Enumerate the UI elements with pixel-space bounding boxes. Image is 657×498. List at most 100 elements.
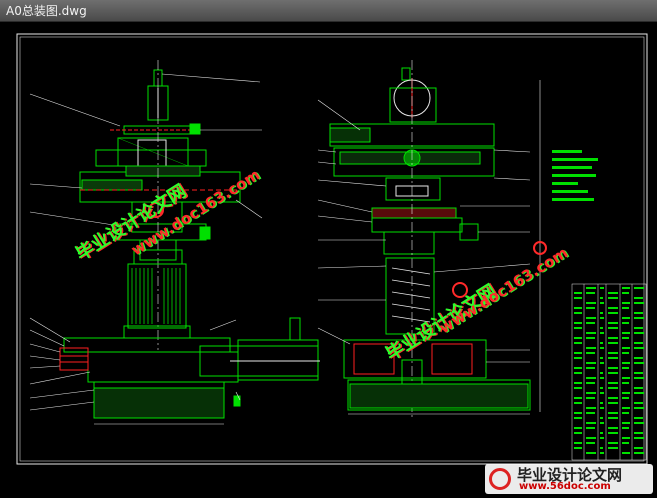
parts-list-cell <box>634 362 644 364</box>
parts-list-cell <box>600 417 603 419</box>
parts-list-cell <box>622 437 630 439</box>
parts-list-cell <box>608 432 618 434</box>
parts-list-cell <box>586 307 595 309</box>
parts-list-cell <box>634 432 643 434</box>
parts-list-cell <box>574 292 582 294</box>
parts-list-cell <box>634 392 644 394</box>
parts-list-cell <box>586 352 595 354</box>
parts-list-cell <box>600 392 604 394</box>
drawing-canvas[interactable]: 毕业设计论文网 www.doc163.com 毕业设计论文网 www.doc16… <box>0 22 657 498</box>
parts-list-cell <box>586 287 596 289</box>
parts-list-cell <box>622 287 630 289</box>
window-title: A0总装图.dwg <box>6 4 87 18</box>
parts-list-cell <box>622 317 630 319</box>
parts-list-cell <box>622 427 629 429</box>
parts-list-cell <box>600 387 603 389</box>
parts-list-cell <box>574 307 582 309</box>
parts-list-cell <box>608 312 618 314</box>
parts-list-cell <box>622 367 629 369</box>
parts-list-cell <box>574 447 582 449</box>
parts-list-cell <box>634 437 644 439</box>
parts-list-cell <box>622 292 629 294</box>
parts-list-cell <box>600 362 604 364</box>
parts-list-cell <box>600 437 604 439</box>
parts-list-cell <box>622 332 630 334</box>
parts-list-cell <box>622 362 630 364</box>
parts-list-cell <box>622 452 630 454</box>
parts-list-cell <box>586 397 595 399</box>
parts-list-cell <box>634 317 644 319</box>
parts-list-cell <box>574 337 582 339</box>
parts-list-cell <box>586 407 596 409</box>
parts-list-cell <box>622 352 629 354</box>
parts-list-cell <box>634 357 643 359</box>
parts-list-cell <box>600 297 603 299</box>
parts-list-cell <box>574 382 582 384</box>
parts-list-cell <box>600 422 604 424</box>
parts-list-rows <box>574 287 644 454</box>
parts-list-cell <box>574 327 582 329</box>
parts-list-cell <box>634 402 643 404</box>
parts-list-cell <box>608 327 618 329</box>
parts-list-cell <box>622 412 629 414</box>
parts-list-cell <box>634 347 644 349</box>
parts-list-cell <box>608 357 618 359</box>
parts-list-cell <box>634 452 644 454</box>
parts-list-cell <box>622 392 630 394</box>
parts-list-cell <box>600 407 604 409</box>
parts-list-cell <box>600 342 603 344</box>
parts-list-cell <box>574 297 582 299</box>
parts-list-cell <box>622 302 630 304</box>
parts-list-cell <box>574 357 582 359</box>
parts-list-cell <box>622 307 629 309</box>
parts-list-cell <box>634 377 644 379</box>
parts-list-cell <box>586 377 596 379</box>
parts-list-cell <box>622 382 629 384</box>
parts-list-cell <box>574 387 582 389</box>
parts-list-cell <box>600 452 604 454</box>
footer-watermark-url: www.56doc.com <box>519 481 611 492</box>
parts-list-cell <box>608 382 618 384</box>
parts-list-cell <box>574 352 582 354</box>
parts-list-cell <box>586 412 595 414</box>
parts-list-cell <box>586 367 595 369</box>
parts-list-cell <box>586 422 596 424</box>
parts-list-cell <box>608 372 618 374</box>
parts-list-cell <box>608 307 618 309</box>
parts-list-cell <box>622 397 629 399</box>
parts-list-cell <box>586 302 596 304</box>
parts-list-cell <box>634 387 643 389</box>
parts-list-cell <box>600 377 604 379</box>
technical-notes <box>552 150 598 201</box>
parts-list-cell <box>608 397 618 399</box>
parts-list-cell <box>634 312 643 314</box>
parts-list-cell <box>586 442 595 444</box>
parts-list-cell <box>608 297 618 299</box>
parts-list-cell <box>574 397 582 399</box>
parts-list-cell <box>600 402 603 404</box>
parts-list-cell <box>608 342 618 344</box>
parts-list-cell <box>574 442 582 444</box>
parts-list-cell <box>574 427 582 429</box>
parts-list-cell <box>622 337 629 339</box>
parts-list-cell <box>574 322 582 324</box>
parts-list-cell <box>600 447 603 449</box>
parts-list-cell <box>608 322 618 324</box>
parts-list-cell <box>600 327 603 329</box>
parts-list-cell <box>600 317 604 319</box>
parts-list-cell <box>622 347 630 349</box>
parts-list-cell <box>600 347 604 349</box>
parts-list-cell <box>634 417 643 419</box>
parts-list-cell <box>608 447 618 449</box>
parts-list-cell <box>586 347 596 349</box>
parts-list-cell <box>574 312 582 314</box>
parts-list-cell <box>600 432 603 434</box>
parts-list-cell <box>608 292 618 294</box>
parts-list-cell <box>622 422 630 424</box>
parts-list-cell <box>634 302 644 304</box>
parts-list-cell <box>634 287 644 289</box>
parts-list-cell <box>586 362 596 364</box>
parts-list-cell <box>586 322 595 324</box>
parts-list-cell <box>634 447 643 449</box>
parts-list-cell <box>586 292 595 294</box>
